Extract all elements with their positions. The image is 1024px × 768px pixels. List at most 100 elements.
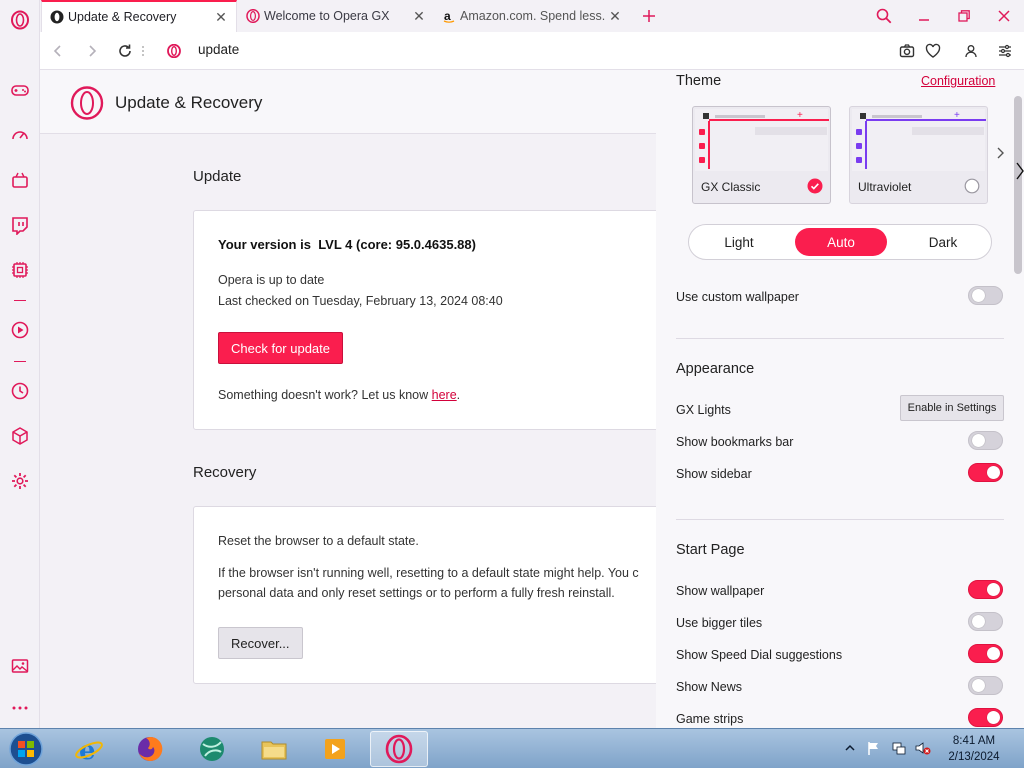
version-line: Your version is LVL 4 (core: 95.0.4635.8… xyxy=(218,237,476,252)
internet-explorer-icon[interactable]: e xyxy=(62,731,116,767)
feedback-text: Something doesn't work? Let us know xyxy=(218,388,429,402)
mode-light-option[interactable]: Light xyxy=(693,228,785,256)
gallery-icon[interactable] xyxy=(9,655,31,677)
feedback-suffix: . xyxy=(456,388,461,402)
extensions-cube-icon[interactable] xyxy=(9,425,31,447)
appearance-heading: Appearance xyxy=(676,361,755,377)
game-strips-toggle[interactable] xyxy=(968,708,1003,727)
show-news-toggle[interactable] xyxy=(968,676,1003,695)
gamepad-icon[interactable] xyxy=(9,79,31,101)
left-sidebar xyxy=(0,0,40,728)
taskbar-clock[interactable]: 8:41 AM 2/13/2024 xyxy=(938,733,1010,765)
snapshot-camera-icon[interactable] xyxy=(897,41,917,61)
feedback-link[interactable]: here xyxy=(432,388,457,402)
show-bookmarks-bar-toggle[interactable] xyxy=(968,431,1003,450)
forward-icon[interactable] xyxy=(82,41,102,61)
theme-card-gx-classic[interactable]: + GX Classic xyxy=(692,106,831,204)
maximize-button[interactable] xyxy=(951,4,977,28)
page-menu-dots-icon[interactable] xyxy=(138,41,148,61)
show-wallpaper-toggle[interactable] xyxy=(968,580,1003,599)
start-orb-icon[interactable] xyxy=(0,731,52,767)
game-strips-label: Game strips xyxy=(676,712,744,726)
mode-auto-option[interactable]: Auto xyxy=(795,228,887,256)
tab-welcome-opera-gx[interactable]: Welcome to Opera GX ✕ xyxy=(238,0,434,32)
tray-expand-icon[interactable] xyxy=(844,741,856,755)
volume-muted-icon[interactable] xyxy=(914,740,932,756)
bigger-tiles-toggle[interactable] xyxy=(968,612,1003,631)
panel-scrollbar[interactable] xyxy=(1014,96,1022,274)
opera-logo-icon[interactable] xyxy=(9,9,31,31)
page-title: Update & Recovery xyxy=(115,93,263,112)
settings-gear-icon[interactable] xyxy=(9,470,31,492)
speed-dial-icon[interactable] xyxy=(9,124,31,146)
speed-dial-suggestions-toggle[interactable] xyxy=(968,644,1003,663)
search-tabs-icon[interactable] xyxy=(871,4,897,28)
start-page-heading: Start Page xyxy=(676,542,745,558)
network-icon[interactable] xyxy=(891,740,907,756)
firefox-icon[interactable] xyxy=(123,731,177,767)
cpu-control-icon[interactable] xyxy=(9,259,31,281)
new-tab-button[interactable] xyxy=(636,4,662,28)
close-tab-icon[interactable]: ✕ xyxy=(214,9,228,25)
tab-title: Amazon.com. Spend less. S xyxy=(460,9,608,23)
close-window-button[interactable] xyxy=(991,4,1017,28)
close-tab-icon[interactable]: ✕ xyxy=(608,8,622,24)
recovery-line-3: personal data and only reset settings or… xyxy=(218,586,615,600)
account-icon[interactable] xyxy=(961,41,981,61)
opera-logo-icon xyxy=(70,86,104,120)
gx-corner-icon[interactable] xyxy=(9,169,31,191)
recover-button[interactable]: Recover... xyxy=(218,627,303,659)
svg-text:e: e xyxy=(79,736,96,764)
configuration-link[interactable]: Configuration xyxy=(921,74,995,88)
tab-amazon[interactable]: a Amazon.com. Spend less. S ✕ xyxy=(434,0,630,32)
recovery-line-2: If the browser isn't running well, reset… xyxy=(218,566,639,580)
tab-update-recovery[interactable]: Update & Recovery ✕ xyxy=(41,0,237,32)
action-center-flag-icon[interactable] xyxy=(866,740,882,756)
reload-icon[interactable] xyxy=(115,41,135,61)
opera-gx-icon[interactable] xyxy=(370,731,428,767)
clock-date: 2/13/2024 xyxy=(948,751,1000,763)
enable-in-settings-button[interactable]: Enable in Settings xyxy=(900,395,1004,421)
bookmark-heart-icon[interactable] xyxy=(923,41,943,61)
show-wallpaper-label: Show wallpaper xyxy=(676,584,765,598)
clock-time: 8:41 AM xyxy=(952,735,996,747)
more-icon[interactable] xyxy=(9,697,31,719)
check-for-update-button[interactable]: Check for update xyxy=(218,332,344,364)
version-prefix: Your version is xyxy=(218,237,311,252)
sidebar-divider xyxy=(14,300,26,301)
easy-setup-icon[interactable] xyxy=(995,41,1015,61)
theme-card-label: GX Classic xyxy=(701,180,761,194)
speed-dial-suggestions-label: Show Speed Dial suggestions xyxy=(676,648,843,662)
tab-strip: Update & Recovery ✕ Welcome to Opera GX … xyxy=(40,0,1024,32)
tab-title: Welcome to Opera GX xyxy=(264,9,390,23)
show-sidebar-toggle[interactable] xyxy=(968,463,1003,482)
app-globe-icon[interactable] xyxy=(185,731,239,767)
recovery-line-1: Reset the browser to a default state. xyxy=(218,534,419,548)
unchecked-radio-icon xyxy=(964,178,980,194)
page-header: Update & Recovery xyxy=(40,70,656,134)
bigger-tiles-label: Use bigger tiles xyxy=(676,616,763,630)
history-icon[interactable] xyxy=(9,380,31,402)
last-checked: Last checked on Tuesday, February 13, 20… xyxy=(218,294,503,308)
tab-title: Update & Recovery xyxy=(68,10,177,24)
file-explorer-icon[interactable] xyxy=(247,731,301,767)
theme-next-chevron-icon[interactable] xyxy=(994,146,1008,160)
recovery-heading: Recovery xyxy=(193,464,257,481)
sidebar-divider xyxy=(14,361,26,362)
player-icon[interactable] xyxy=(9,319,31,341)
custom-wallpaper-toggle[interactable] xyxy=(968,286,1003,305)
minimize-button[interactable] xyxy=(911,4,937,28)
media-player-icon[interactable] xyxy=(308,731,362,767)
theme-preview: + xyxy=(695,109,829,171)
custom-wallpaper-label: Use custom wallpaper xyxy=(676,290,799,304)
theme-mode-selector: Light Auto Dark xyxy=(688,224,992,260)
theme-card-label: Ultraviolet xyxy=(858,180,912,194)
feedback-line: Something doesn't work? Let us know here… xyxy=(218,388,460,402)
mode-dark-option[interactable]: Dark xyxy=(897,228,989,256)
address-input[interactable]: update xyxy=(198,42,239,57)
back-icon[interactable] xyxy=(48,41,68,61)
close-tab-icon[interactable]: ✕ xyxy=(412,8,426,24)
show-sidebar-label: Show sidebar xyxy=(676,467,752,481)
twitch-icon[interactable] xyxy=(9,214,31,236)
theme-card-ultraviolet[interactable]: + Ultraviolet xyxy=(849,106,988,204)
